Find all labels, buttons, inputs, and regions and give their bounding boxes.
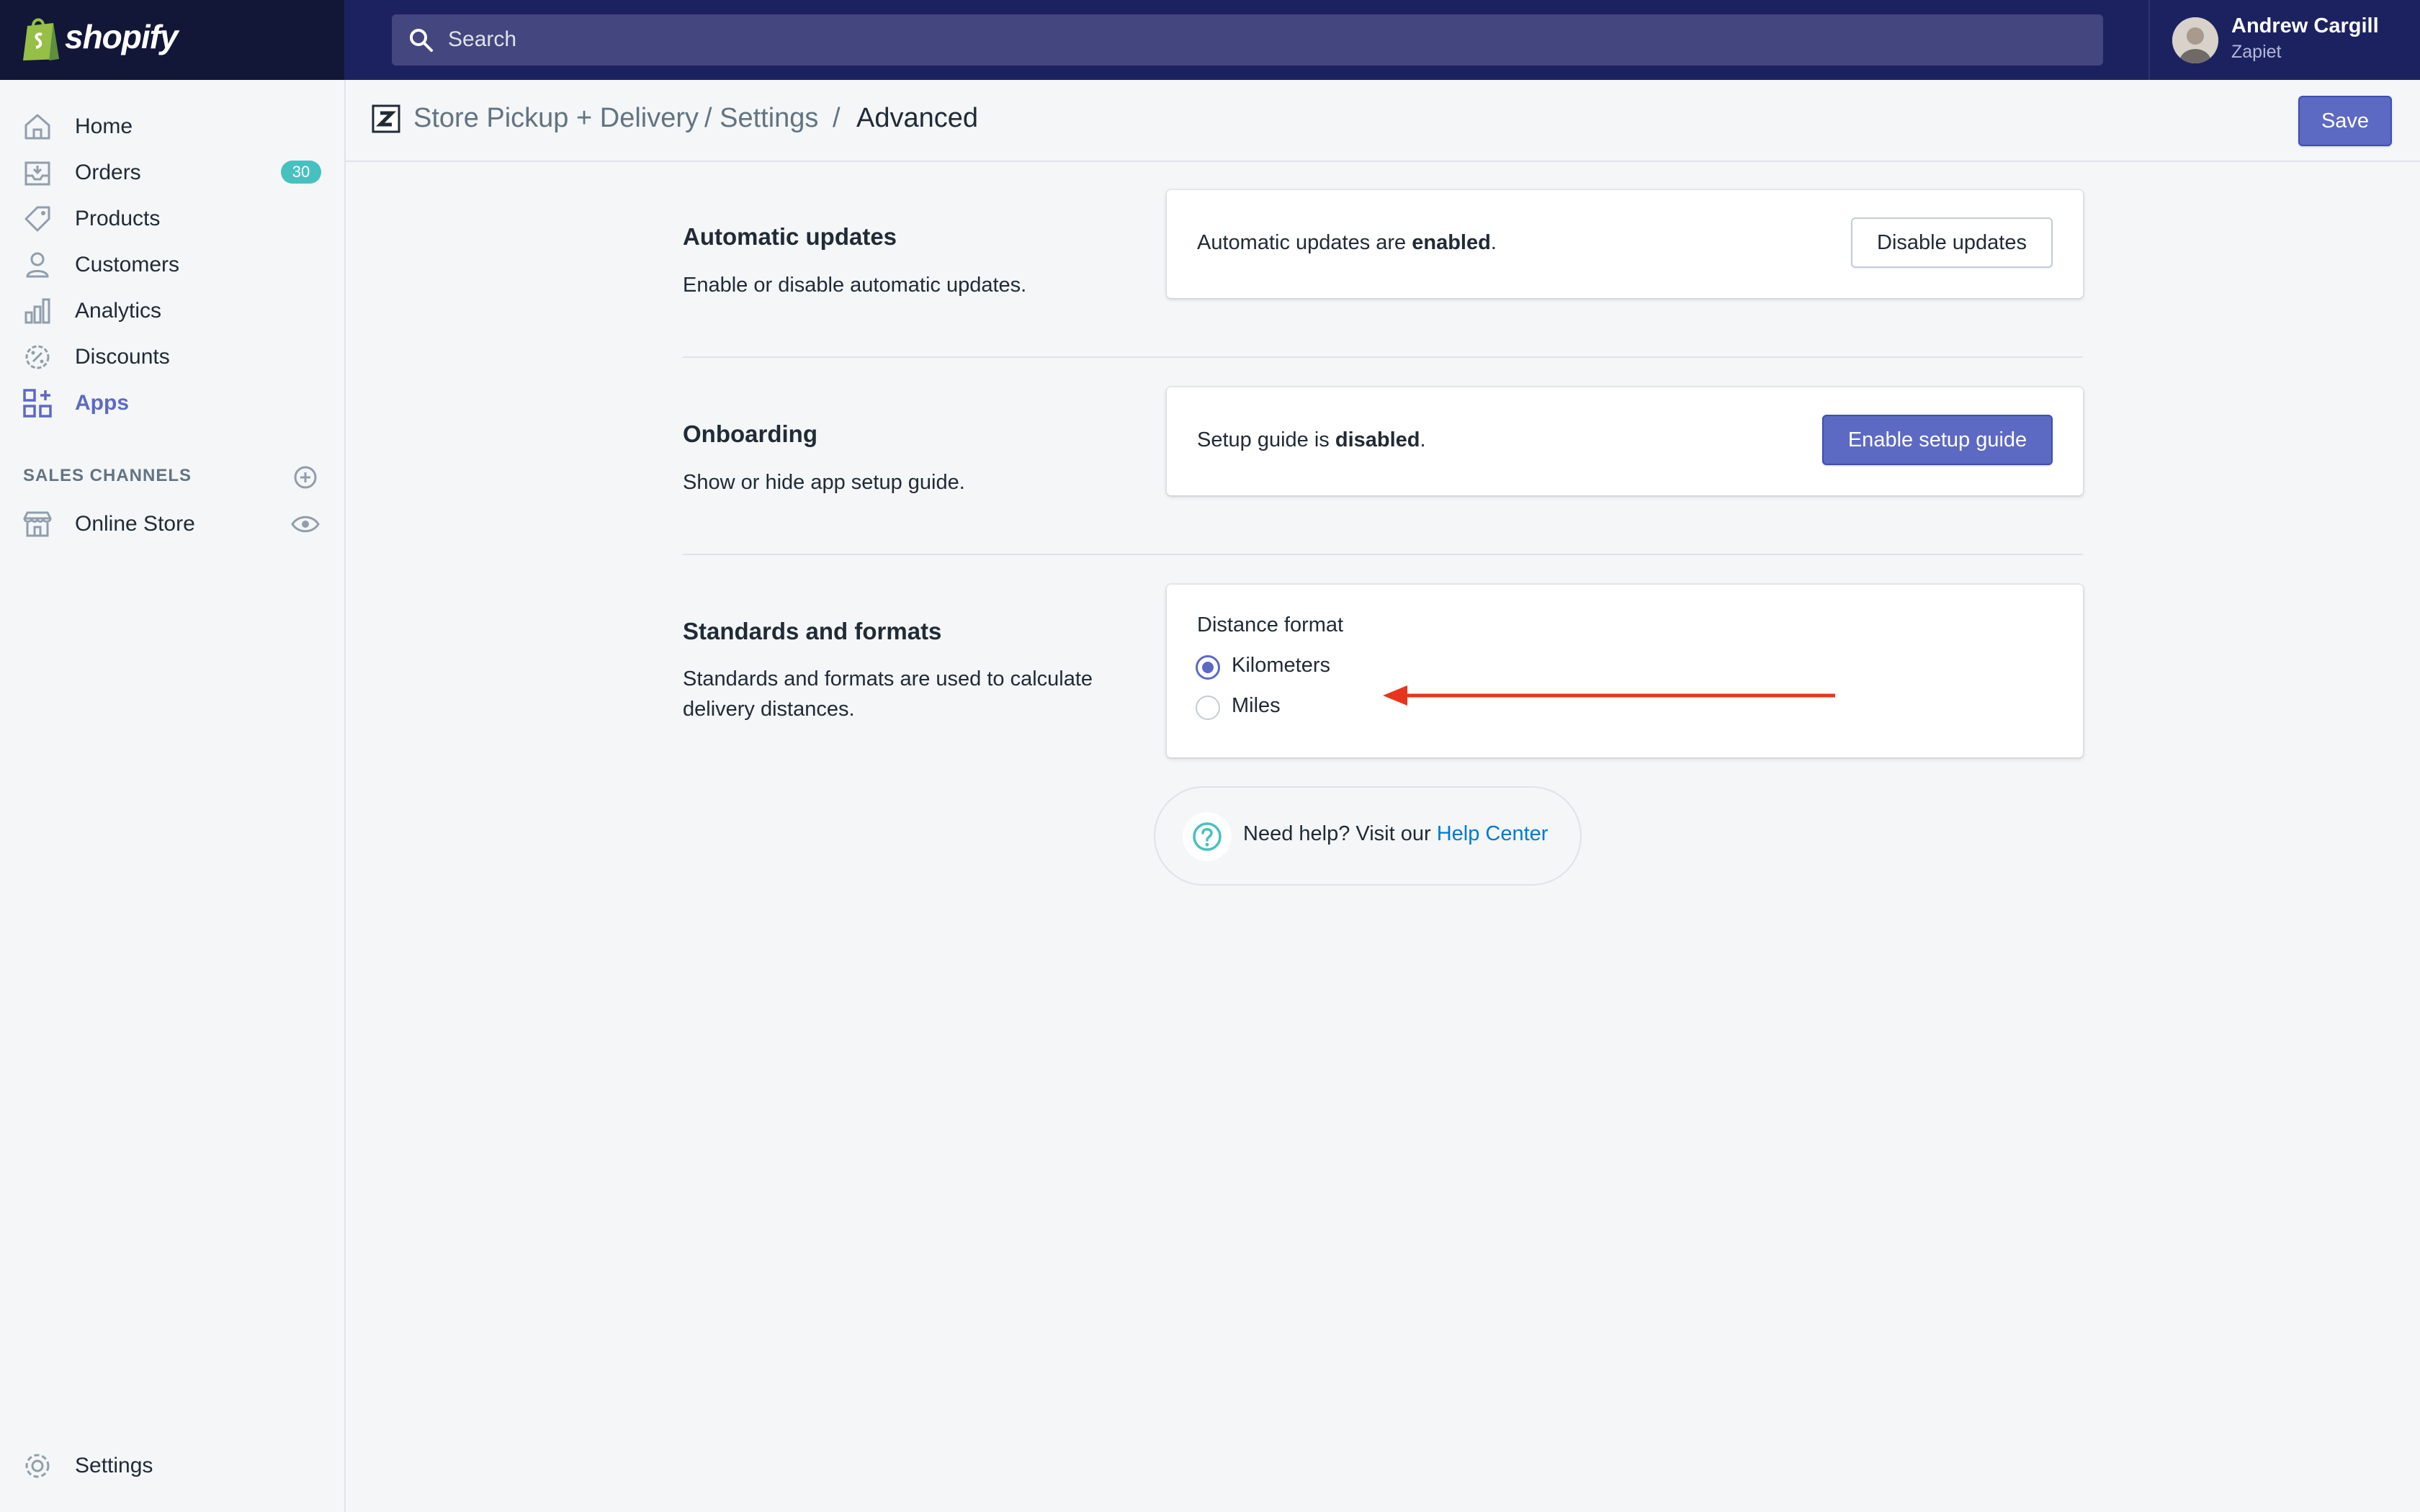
user-name: Andrew Cargill — [2231, 14, 2379, 37]
breadcrumb-separator: / — [833, 103, 841, 133]
topbar-divider — [2148, 0, 2150, 80]
automatic-updates-title: Automatic updates — [683, 223, 897, 250]
onboarding-card: Setup guide is disabled. Enable setup gu… — [1167, 387, 2083, 495]
automatic-updates-card: Automatic updates are enabled. Disable u… — [1167, 190, 2083, 298]
breadcrumb-app[interactable]: Store Pickup + Delivery — [413, 103, 699, 134]
sidebar-item-discounts[interactable]: Discounts — [0, 335, 344, 379]
sidebar-item-orders[interactable]: Orders 30 — [0, 150, 344, 195]
annotation-arrow-icon — [1383, 685, 1835, 706]
question-icon — [1193, 822, 1222, 851]
add-sales-channel-icon[interactable] — [292, 464, 318, 490]
shopify-bag-icon — [23, 18, 59, 60]
apps-icon — [23, 389, 52, 418]
sidebar-item-label: Products — [75, 207, 161, 230]
discount-icon — [25, 345, 50, 369]
search-bar[interactable]: Search — [392, 14, 2103, 66]
gear-icon — [25, 1454, 50, 1478]
eye-icon[interactable] — [291, 513, 320, 535]
automatic-updates-description: Enable or disable automatic updates. — [683, 274, 1027, 297]
user-menu[interactable]: Andrew Cargill Zapiet — [2172, 14, 2410, 66]
orders-count-badge: 30 — [281, 161, 321, 184]
brand-wordmark: shopify — [65, 18, 179, 55]
sidebar-item-label: Orders — [75, 161, 141, 184]
sidebar-item-home[interactable]: Home — [0, 104, 344, 149]
disable-updates-button[interactable]: Disable updates — [1851, 217, 2053, 268]
sidebar: Home Orders 30 Products Customers Analyt… — [0, 80, 346, 1512]
enable-setup-guide-button[interactable]: Enable setup guide — [1822, 415, 2053, 465]
kilometers-label[interactable]: Kilometers — [1232, 654, 1330, 678]
avatar-photo-icon — [2172, 17, 2218, 63]
app-logo-icon — [372, 104, 400, 133]
search-input[interactable]: Search — [448, 27, 516, 52]
kilometers-radio[interactable] — [1196, 655, 1220, 680]
sidebar-item-label: Analytics — [75, 299, 162, 323]
page-header: Store Pickup + Delivery / Settings / Adv… — [346, 80, 2420, 162]
miles-radio[interactable] — [1196, 696, 1220, 720]
tag-icon — [24, 206, 50, 232]
sidebar-item-settings[interactable]: Settings — [0, 1444, 344, 1488]
home-icon — [24, 114, 50, 140]
sidebar-item-label: Home — [75, 114, 133, 138]
help-footer: Need help? Visit our Help Center — [1154, 786, 1582, 886]
automatic-updates-status-value: enabled — [1412, 231, 1491, 254]
sidebar-item-online-store[interactable]: Online Store — [0, 502, 344, 546]
help-icon-wrap — [1183, 812, 1232, 861]
sidebar-item-label: Online Store — [75, 512, 195, 536]
sidebar-item-analytics[interactable]: Analytics — [0, 289, 344, 333]
sidebar-item-products[interactable]: Products — [0, 197, 344, 241]
onboarding-status: Setup guide is disabled. — [1197, 428, 1426, 451]
breadcrumb-settings[interactable]: / Settings — [704, 103, 818, 134]
sidebar-item-label: Customers — [75, 253, 180, 276]
user-org: Zapiet — [2231, 42, 2282, 62]
page-title: Advanced — [856, 103, 979, 133]
section-divider — [683, 554, 2083, 555]
orders-icon — [24, 161, 50, 186]
save-button[interactable]: Save — [2298, 96, 2392, 146]
standards-title: Standards and formats — [683, 618, 942, 644]
section-divider — [683, 356, 2083, 358]
top-bar: shopify Search Andrew Cargill Zapiet — [0, 0, 2420, 80]
sidebar-item-label: Apps — [75, 391, 129, 415]
automatic-updates-status: Automatic updates are enabled. — [1197, 231, 1497, 254]
store-icon — [23, 511, 52, 537]
miles-label[interactable]: Miles — [1232, 694, 1281, 718]
sidebar-item-apps[interactable]: Apps — [0, 381, 344, 426]
help-text: Need help? Visit our Help Center — [1243, 822, 1549, 845]
avatar — [2172, 17, 2218, 63]
standards-card: Distance format Kilometers Miles — [1167, 585, 2083, 757]
search-icon — [410, 29, 433, 52]
distance-format-label: Distance format — [1197, 613, 1344, 636]
sidebar-item-label: Discounts — [75, 345, 170, 369]
onboarding-description: Show or hide app setup guide. — [683, 471, 965, 494]
sidebar-item-customers[interactable]: Customers — [0, 243, 344, 287]
help-center-link[interactable]: Help Center — [1437, 822, 1549, 845]
standards-description: Standards and formats are used to calcul… — [683, 667, 1093, 721]
bar-chart-icon — [24, 298, 50, 324]
sales-channels-heading: SALES CHANNELS — [23, 466, 192, 485]
sidebar-item-label: Settings — [75, 1454, 153, 1477]
brand-area[interactable]: shopify — [0, 0, 344, 80]
person-icon — [26, 252, 49, 278]
onboarding-title: Onboarding — [683, 420, 817, 447]
onboarding-status-value: disabled — [1335, 428, 1420, 451]
